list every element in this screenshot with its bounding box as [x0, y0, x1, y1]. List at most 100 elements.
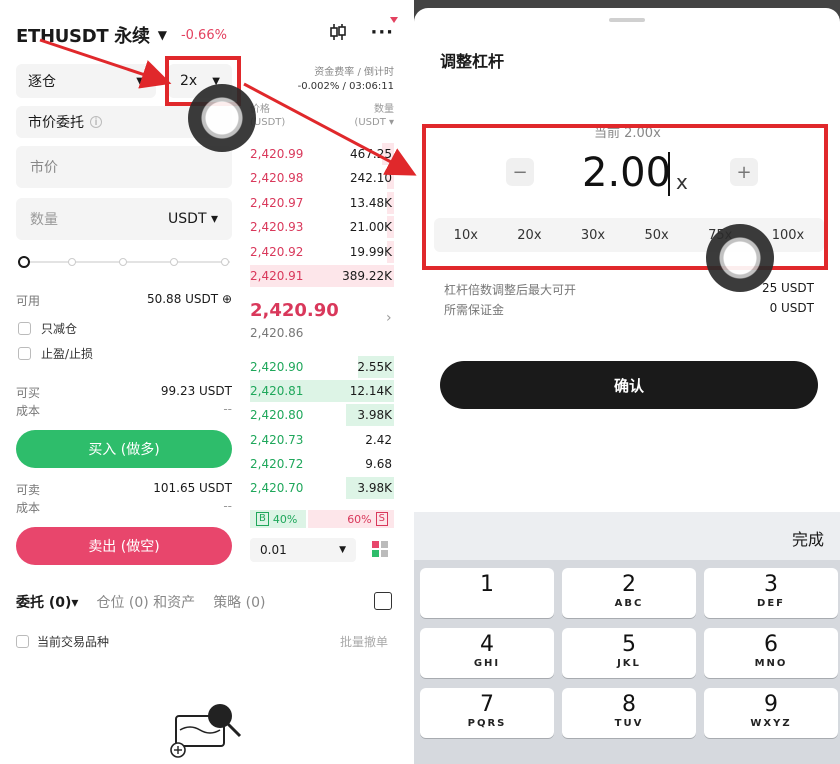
tab-orders[interactable]: 委托 (0)▾: [16, 592, 78, 612]
sell-short-button[interactable]: 卖出 (做空): [16, 527, 232, 565]
slider-handle[interactable]: [18, 256, 30, 268]
cost-label: 成本: [16, 404, 41, 418]
reduce-only-label: 只减仓: [41, 322, 78, 336]
symbol-dropdown-icon: ▼: [157, 28, 167, 42]
checkbox-box: [18, 322, 31, 335]
key-letters: PQRS: [467, 718, 507, 729]
ask-qty: 242.10: [350, 171, 392, 186]
ask-row[interactable]: 2,420.91 389.22K: [250, 265, 394, 287]
buy-ratio-value: 40%: [272, 512, 298, 526]
can-sell-row: 可卖 101.65 USDT: [16, 481, 232, 498]
orderbook-qty-header[interactable]: 数量 (USDT ▾: [354, 103, 394, 129]
last-price: 2,420.90: [250, 300, 339, 321]
screenshot-stage: ETHUSDT 永续 ▼ -0.66% ··· 逐仓 ▼ 2x ▼ 市价委托 i: [0, 0, 840, 764]
ask-price: 2,420.91: [250, 269, 304, 283]
cost-value: --: [223, 402, 232, 416]
margin-mode-select[interactable]: 逐仓 ▼: [16, 64, 156, 98]
key-5[interactable]: 5 JKL: [562, 628, 696, 678]
key-1[interactable]: 1: [420, 568, 554, 618]
slider-mark[interactable]: [119, 258, 127, 266]
bid-row[interactable]: 2,420.73 2.42: [250, 429, 394, 451]
bid-price: 2,420.72: [250, 456, 304, 471]
buy-long-button[interactable]: 买入 (做多): [16, 430, 232, 468]
symbol-header[interactable]: ETHUSDT 永续 ▼ -0.66%: [16, 22, 227, 48]
sheet-handle[interactable]: [609, 18, 645, 22]
key-digit: 7: [480, 692, 494, 717]
bid-row[interactable]: 2,420.80 3.98K: [250, 404, 394, 427]
keyboard-done-button[interactable]: 完成: [792, 526, 824, 550]
orders-tabs: 委托 (0)▾ 仓位 (0) 和资产 策略 (0): [16, 592, 265, 612]
transfer-icon[interactable]: ⊕: [222, 292, 232, 306]
keyboard-toolbar: 完成: [414, 512, 840, 560]
price-placeholder: 市价: [30, 160, 58, 176]
confirm-button[interactable]: 确认: [440, 361, 818, 409]
tp-sl-checkbox[interactable]: 止盈/止损: [18, 345, 93, 362]
price-step-select[interactable]: 0.01 ▼: [250, 538, 356, 562]
reduce-only-checkbox[interactable]: 只减仓: [18, 320, 77, 337]
notification-marker: [390, 17, 398, 23]
batch-cancel-button[interactable]: 批量撤单: [340, 633, 388, 650]
key-3[interactable]: 3 DEF: [704, 568, 838, 618]
ask-row[interactable]: 2,420.99 467.25: [250, 143, 394, 165]
key-2[interactable]: 2 ABC: [562, 568, 696, 618]
key-letters: GHI: [473, 658, 501, 669]
margin-required-row: 所需保证金 0 USDT: [444, 301, 814, 318]
key-7[interactable]: 7 PQRS: [420, 688, 554, 738]
slider-mark[interactable]: [68, 258, 76, 266]
key-digit: 6: [764, 632, 778, 657]
mark-price: 2,420.86: [250, 326, 304, 340]
more-icon[interactable]: ···: [370, 22, 394, 43]
sell-ratio: 60% S: [308, 510, 394, 528]
checkbox-box: [18, 347, 31, 360]
slider-mark[interactable]: [221, 258, 229, 266]
touch-indicator: [188, 84, 256, 152]
available-row: 可用 50.88 USDT ⊕: [16, 292, 232, 309]
ask-qty: 467.25: [350, 147, 392, 161]
quantity-slider[interactable]: [18, 256, 230, 268]
quantity-input[interactable]: 数量 USDT ▾: [16, 198, 232, 240]
order-history-icon[interactable]: [374, 592, 392, 610]
bid-price: 2,420.70: [250, 481, 304, 495]
layout-cell: [381, 550, 388, 557]
funding-rate: 资金费率 / 倒计时 -0.002% / 03:06:11: [250, 66, 394, 94]
chevron-right-icon[interactable]: ›: [386, 310, 392, 326]
bid-row[interactable]: 2,420.81 12.14K: [250, 380, 394, 403]
ask-row[interactable]: 2,420.97 13.48K: [250, 191, 394, 214]
key-digit: 3: [764, 572, 778, 597]
slider-mark[interactable]: [170, 258, 178, 266]
cost2-value: --: [223, 499, 232, 513]
price-input[interactable]: 市价: [16, 146, 232, 188]
key-8[interactable]: 8 TUV: [562, 688, 696, 738]
orderbook-layout-icon[interactable]: [372, 541, 390, 559]
tab-strategies[interactable]: 策略 (0): [213, 592, 265, 612]
numeric-keyboard: 完成 1 2 ABC 3 DEF 4 GHI 5 JKL 6 MNO 7 PQRS 8 TUV 9 WXYZ: [414, 512, 840, 764]
quantity-unit-select[interactable]: USDT ▾: [168, 211, 218, 227]
buy-ratio: B 40%: [250, 510, 306, 528]
key-6[interactable]: 6 MNO: [704, 628, 838, 678]
key-9[interactable]: 9 WXYZ: [704, 688, 838, 738]
key-letters: MNO: [754, 658, 788, 669]
current-symbol-checkbox[interactable]: 当前交易品种: [16, 633, 109, 650]
quantity-placeholder: 数量: [30, 212, 58, 228]
ask-price: 2,420.98: [250, 171, 304, 186]
bid-row[interactable]: 2,420.72 9.68: [250, 453, 394, 475]
available-amount: 50.88 USDT ⊕: [147, 292, 232, 309]
ask-row[interactable]: 2,420.92 19.99K: [250, 240, 394, 263]
key-4[interactable]: 4 GHI: [420, 628, 554, 678]
sheet-title: 调整杠杆: [440, 52, 505, 71]
bid-row[interactable]: 2,420.70 3.98K: [250, 477, 394, 499]
available-value: 50.88 USDT: [146, 292, 219, 306]
info-icon[interactable]: i: [90, 116, 102, 128]
leverage-screen: 调整杠杆 当前 2.00x − 2.00 x + 10x 20x 30x 50x…: [414, 0, 840, 764]
ask-row[interactable]: 2,420.93 21.00K: [250, 216, 394, 239]
tab-positions[interactable]: 仓位 (0) 和资产: [96, 592, 195, 612]
bid-price: 2,420.80: [250, 408, 304, 423]
funding-value: -0.002% / 03:06:11: [297, 81, 394, 92]
key-digit: 1: [480, 572, 494, 597]
candlestick-icon[interactable]: [328, 22, 348, 42]
slider-track: [24, 261, 230, 263]
touch-indicator: [706, 224, 774, 292]
ask-row[interactable]: 2,420.98 242.10: [250, 167, 394, 190]
ask-price: 2,420.99: [250, 147, 304, 161]
bid-row[interactable]: 2,420.90 2.55K: [250, 356, 394, 378]
